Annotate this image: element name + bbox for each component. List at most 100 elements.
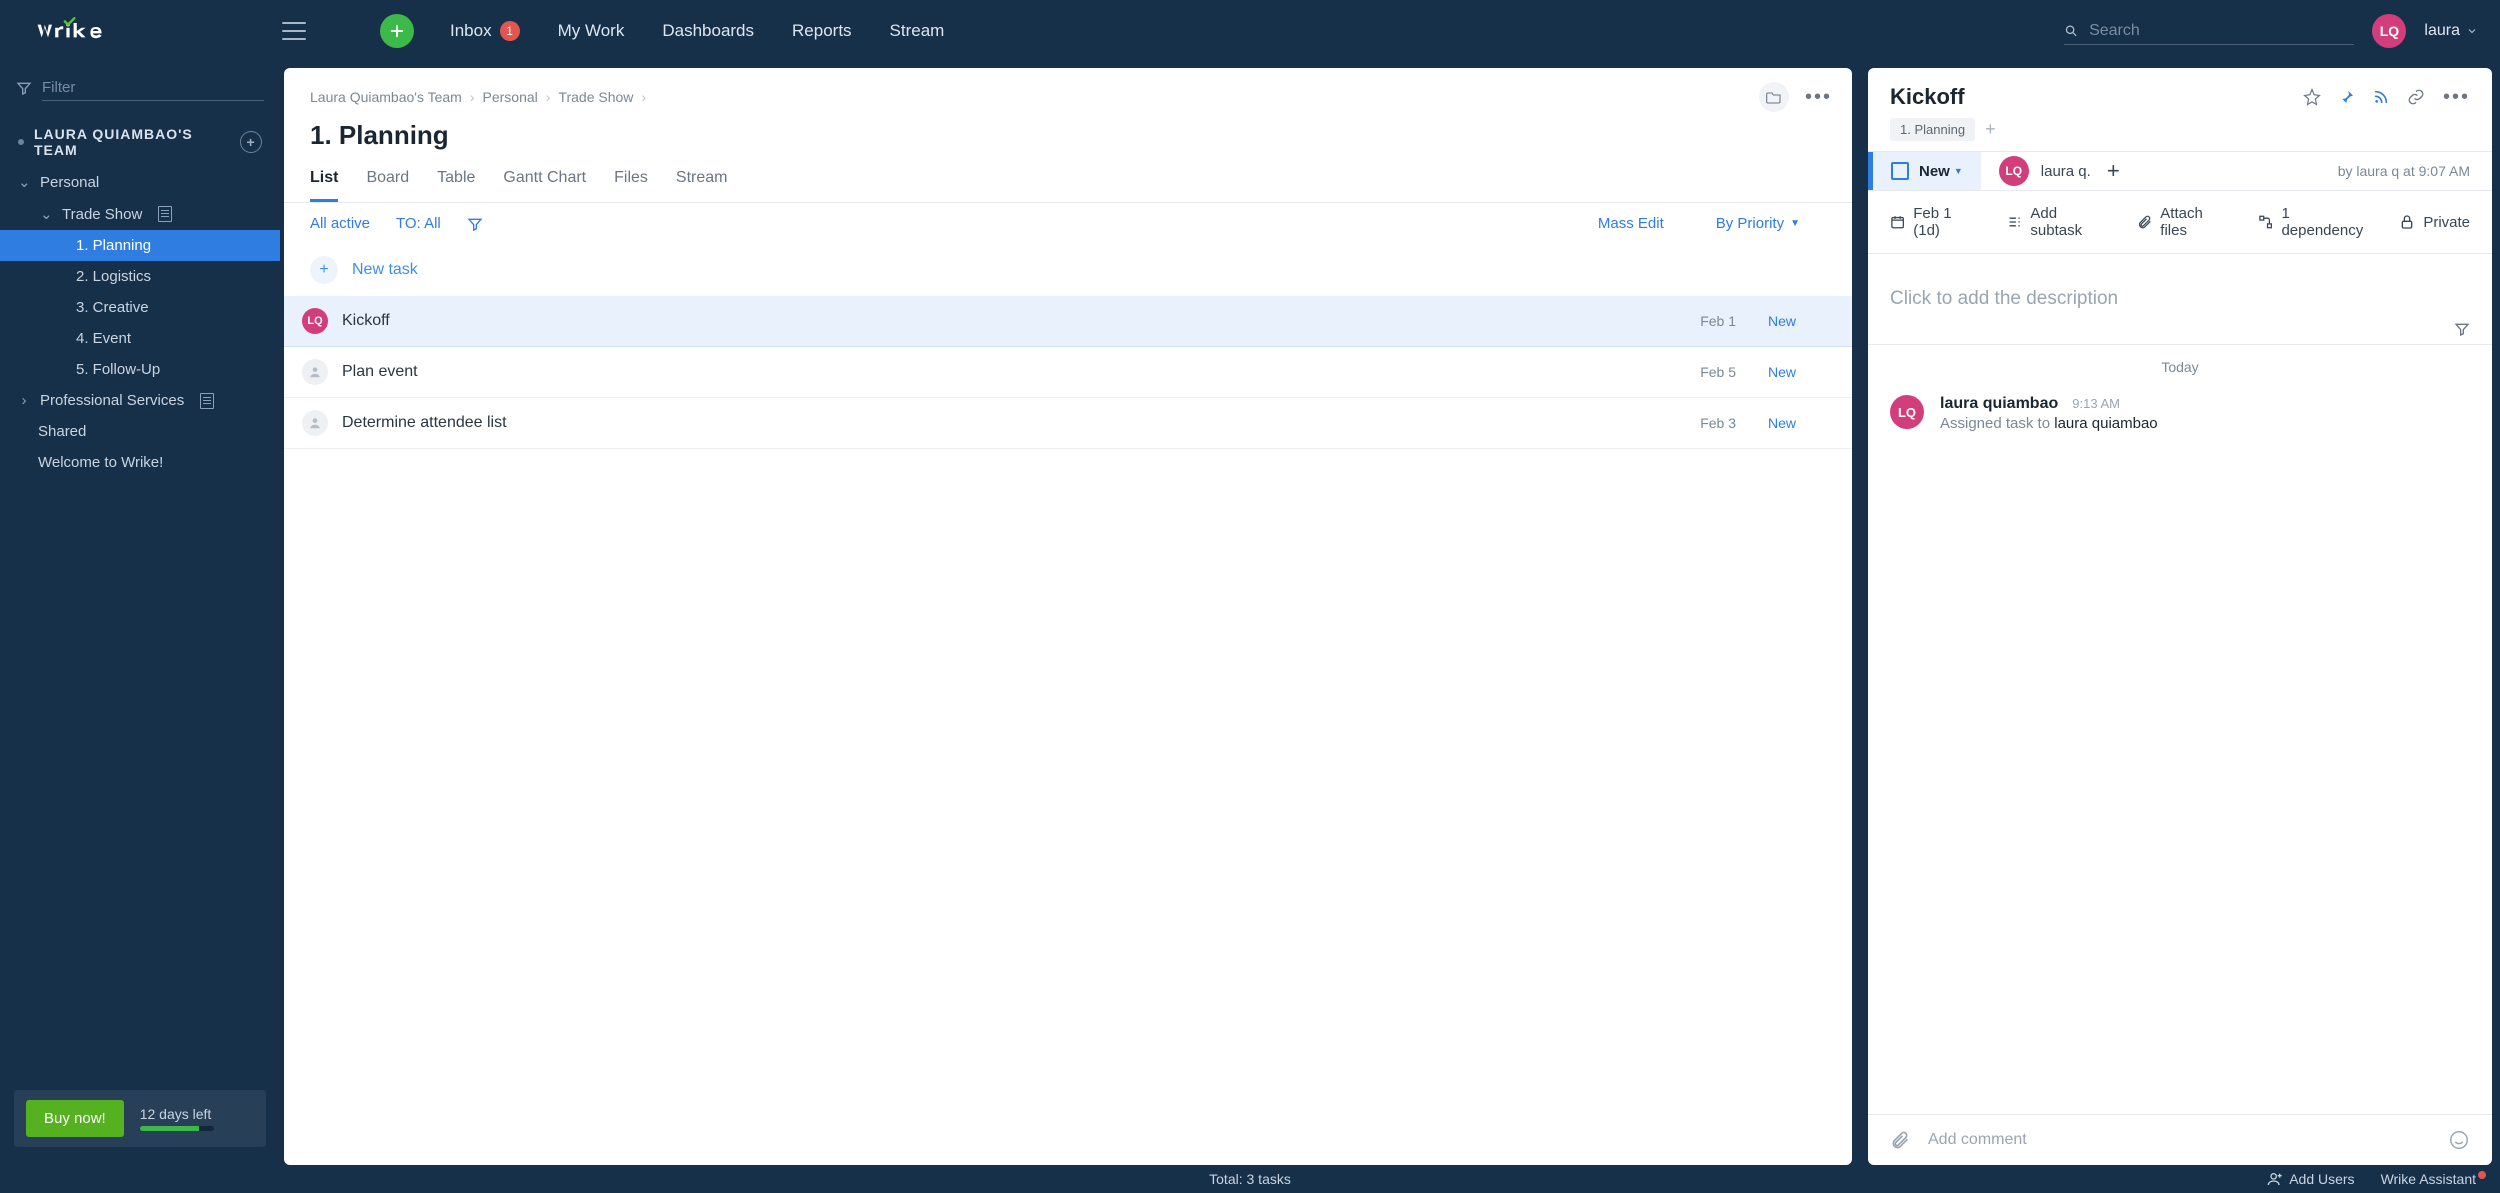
tab-list[interactable]: List <box>310 161 338 202</box>
new-task-row[interactable]: + New task <box>284 244 1852 296</box>
activity-filter-icon[interactable] <box>2454 321 2470 337</box>
task-row[interactable]: LQ Kickoff Feb 1 New <box>284 296 1852 347</box>
top-nav: Inbox1 My Work Dashboards Reports Stream <box>450 21 944 41</box>
folder-icon[interactable] <box>1759 82 1789 112</box>
chevron-down-icon: ▼ <box>1790 218 1800 229</box>
hamburger-icon[interactable] <box>282 22 306 40</box>
task-title: Determine attendee list <box>342 414 1664 432</box>
buy-now-button[interactable]: Buy now! <box>26 1100 124 1137</box>
user-avatar[interactable]: LQ <box>2372 14 2406 48</box>
assignee-name[interactable]: laura q. <box>2041 163 2091 180</box>
activity-item: LQ laura quiambao9:13 AM Assigned task t… <box>1868 383 2492 444</box>
checkbox-icon[interactable] <box>1891 162 1909 180</box>
emoji-icon[interactable] <box>2448 1129 2470 1151</box>
tab-files[interactable]: Files <box>614 161 648 202</box>
task-status: New <box>1768 364 1826 380</box>
sidebar-item-logistics[interactable]: 2. Logistics <box>0 261 280 292</box>
trial-banner: Buy now! 12 days left <box>14 1090 266 1147</box>
dependency-button[interactable]: 1 dependency <box>2258 205 2371 239</box>
add-subtask-button[interactable]: Add subtask <box>2007 205 2109 239</box>
tab-board[interactable]: Board <box>366 161 409 202</box>
nav-my-work[interactable]: My Work <box>558 21 625 41</box>
mass-edit[interactable]: Mass Edit <box>1598 215 1664 232</box>
nav-stream[interactable]: Stream <box>890 21 945 41</box>
add-assignee-button[interactable]: + <box>2107 158 2120 184</box>
paperclip-icon <box>2137 214 2152 230</box>
view-tabs: List Board Table Gantt Chart Files Strea… <box>284 161 1852 203</box>
trial-days-label: 12 days left <box>140 1106 214 1122</box>
chevron-down-icon: ⌄ <box>18 173 30 191</box>
sidebar-item-personal[interactable]: ⌄ Personal <box>0 166 280 198</box>
crumb-personal[interactable]: Personal <box>483 89 538 105</box>
global-add-button[interactable] <box>380 14 414 48</box>
global-search[interactable] <box>2064 18 2354 45</box>
crumb-trade-show[interactable]: Trade Show <box>558 89 633 105</box>
search-icon <box>2064 23 2079 39</box>
sidebar-item-planning[interactable]: 1. Planning <box>0 230 280 261</box>
assignee-avatar[interactable]: LQ <box>1999 156 2029 186</box>
attach-files-button[interactable]: Attach files <box>2137 205 2230 239</box>
pin-icon[interactable] <box>2339 89 2355 105</box>
folder-title: 1. Planning <box>284 116 1852 161</box>
team-header[interactable]: LAURA QUIAMBAO'S TEAM + <box>0 118 280 166</box>
user-menu[interactable]: laura <box>2424 22 2478 40</box>
filter-active[interactable]: All active <box>310 215 370 232</box>
task-date: Feb 1 <box>1678 313 1736 329</box>
star-icon[interactable] <box>2303 88 2321 106</box>
comment-bar <box>1868 1114 2492 1165</box>
task-detail-title[interactable]: Kickoff <box>1890 84 2285 110</box>
wrike-assistant-button[interactable]: Wrike Assistant <box>2381 1171 2486 1187</box>
add-folder-button[interactable]: + <box>240 131 262 153</box>
tab-stream[interactable]: Stream <box>676 161 728 202</box>
sidebar-item-trade-show[interactable]: ⌄ Trade Show <box>0 198 280 230</box>
nav-reports[interactable]: Reports <box>792 21 852 41</box>
activity-text: Assigned task to laura quiambao <box>1940 415 2470 432</box>
date-field[interactable]: Feb 1 (1d) <box>1890 205 1979 239</box>
calendar-icon <box>1890 214 1905 230</box>
task-row[interactable]: Determine attendee list Feb 3 New <box>284 398 1852 449</box>
more-icon[interactable]: ••• <box>1805 86 1832 109</box>
paperclip-icon[interactable] <box>1890 1130 1910 1150</box>
sidebar-item-creative[interactable]: 3. Creative <box>0 292 280 323</box>
tab-table[interactable]: Table <box>437 161 475 202</box>
app-logo[interactable] <box>36 16 132 46</box>
sidebar-item-professional-services[interactable]: › Professional Services <box>0 385 280 416</box>
lock-icon <box>2399 214 2415 230</box>
total-tasks-label: Total: 3 tasks <box>1209 1171 1291 1187</box>
folder-tag[interactable]: 1. Planning <box>1890 118 1975 141</box>
nav-dashboards[interactable]: Dashboards <box>662 21 754 41</box>
add-user-icon <box>2267 1171 2283 1187</box>
task-row[interactable]: Plan event Feb 5 New <box>284 347 1852 398</box>
tab-gantt[interactable]: Gantt Chart <box>503 161 586 202</box>
unassigned-avatar-icon <box>302 410 328 436</box>
created-by-label: by laura q at 9:07 AM <box>2316 152 2492 190</box>
activity-author: laura quiambao <box>1940 395 2058 413</box>
search-input[interactable] <box>2089 22 2354 40</box>
sidebar-filter-input[interactable] <box>42 75 264 101</box>
sidebar-item-followup[interactable]: 5. Follow-Up <box>0 354 280 385</box>
doc-icon <box>200 393 214 409</box>
crumb-team[interactable]: Laura Quiambao's Team <box>310 89 462 105</box>
task-date: Feb 3 <box>1678 415 1736 431</box>
list-toolbar: All active TO: All Mass Edit By Priority… <box>284 203 1852 244</box>
more-icon[interactable]: ••• <box>2443 86 2470 109</box>
sort-by-priority[interactable]: By Priority ▼ <box>1716 215 1800 232</box>
filter-button[interactable] <box>467 216 483 232</box>
description-field[interactable]: Click to add the description <box>1868 254 2492 344</box>
comment-input[interactable] <box>1928 1131 2430 1149</box>
sidebar-item-welcome[interactable]: Welcome to Wrike! <box>0 447 280 478</box>
add-users-button[interactable]: Add Users <box>2267 1171 2354 1187</box>
add-tag-button[interactable]: + <box>1985 119 1996 140</box>
nav-inbox[interactable]: Inbox1 <box>450 21 520 41</box>
task-date: Feb 5 <box>1678 364 1736 380</box>
sidebar-item-event[interactable]: 4. Event <box>0 323 280 354</box>
privacy-button[interactable]: Private <box>2399 214 2470 231</box>
status-selector[interactable]: New ▼ <box>1868 152 1981 190</box>
activity-date-separator: Today <box>1868 351 2492 383</box>
rss-icon[interactable] <box>2373 89 2389 105</box>
link-icon[interactable] <box>2407 88 2425 106</box>
sidebar-item-shared[interactable]: Shared <box>0 416 280 447</box>
doc-icon <box>158 206 172 222</box>
filter-assignee[interactable]: TO: All <box>396 215 441 232</box>
subtask-icon <box>2007 214 2022 230</box>
